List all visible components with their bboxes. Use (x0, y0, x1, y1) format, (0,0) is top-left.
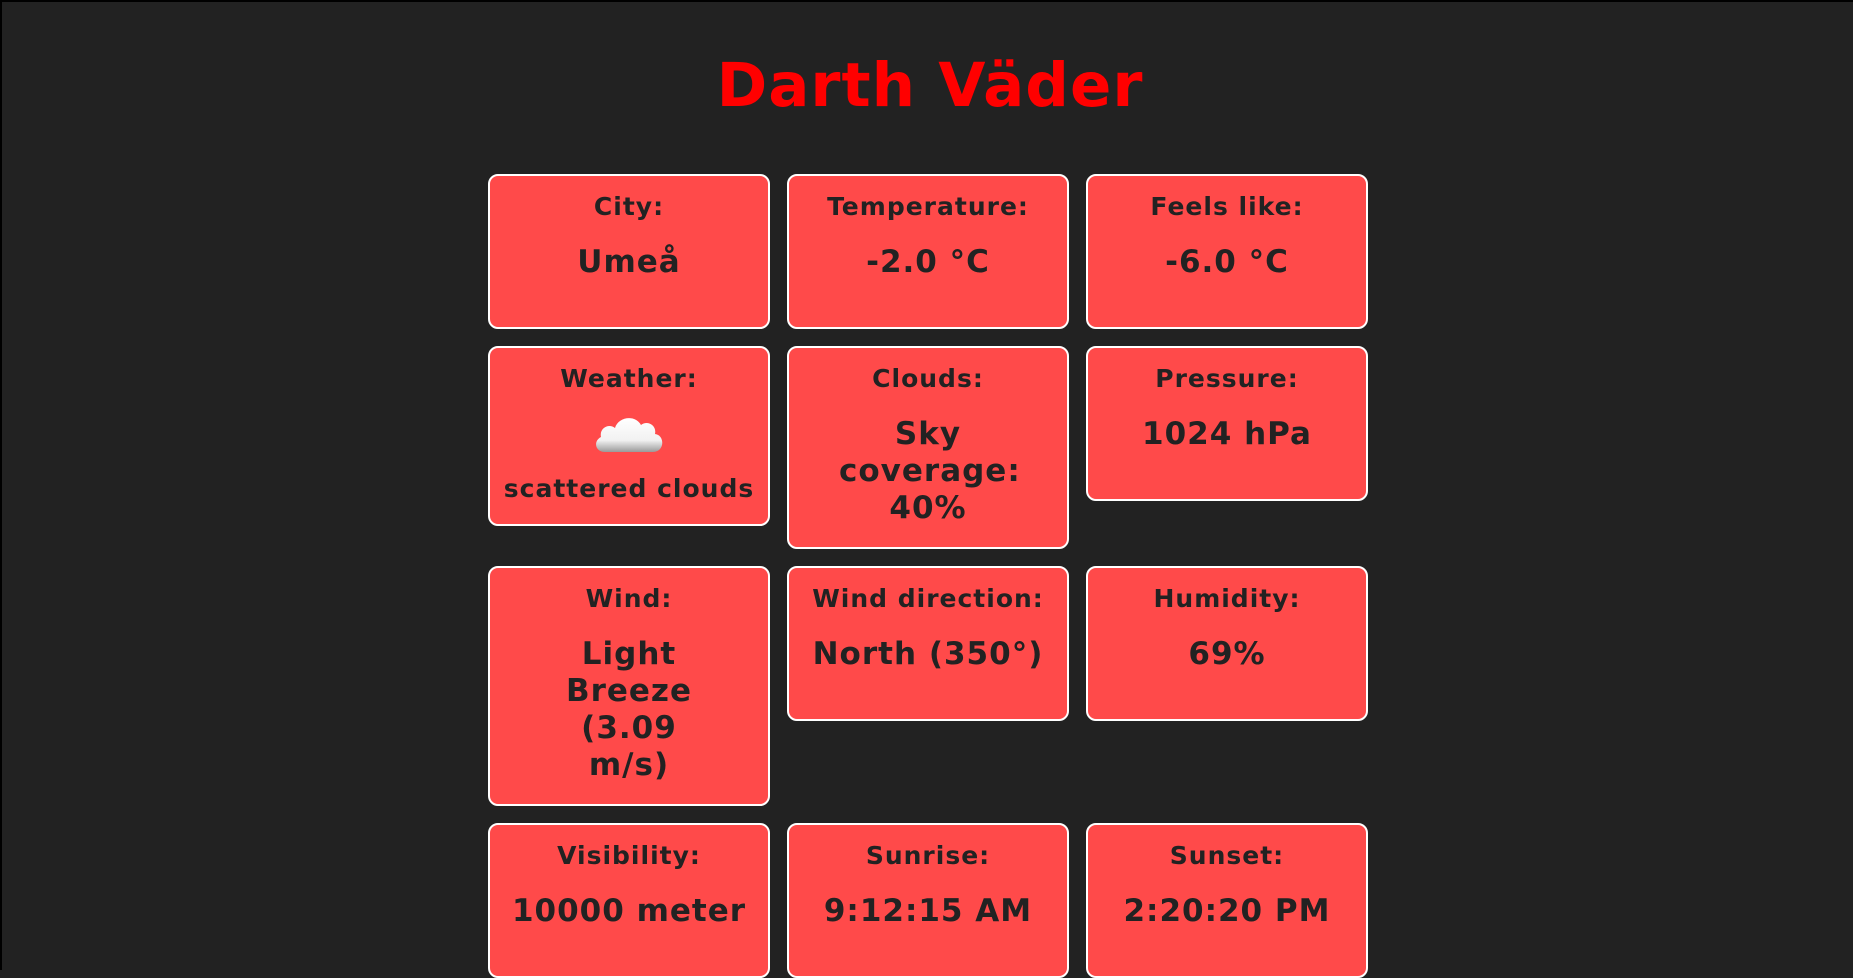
clouds-value: Sky coverage: 40% (839, 416, 1021, 526)
weather-description: scattered clouds (503, 474, 755, 503)
feels-like-value: -6.0 °C (1165, 244, 1289, 280)
sunset-card: Sunset: 2:20:20 PM (1086, 823, 1368, 978)
temperature-card: Temperature: -2.0 °C (787, 174, 1069, 329)
sunset-label: Sunset: (1169, 841, 1285, 870)
weather-card: Weather: scattered clouds (488, 346, 770, 526)
cloud-icon (591, 408, 667, 460)
weather-grid: City: Umeå Temperature: -2.0 °C Feels li… (488, 174, 1368, 978)
sunrise-label: Sunrise: (865, 841, 991, 870)
feels-like-card: Feels like: -6.0 °C (1086, 174, 1368, 329)
wind-value: Light Breeze (3.09 m/s) (565, 636, 693, 783)
visibility-card: Visibility: 10000 meter (488, 823, 770, 978)
visibility-label: Visibility: (557, 841, 701, 870)
city-card: City: Umeå (488, 174, 770, 329)
wind-card: Wind: Light Breeze (3.09 m/s) (488, 566, 770, 806)
city-value: Umeå (577, 244, 681, 280)
city-label: City: (593, 192, 665, 221)
page-title: Darth Väder (716, 50, 1144, 121)
temperature-value: -2.0 °C (866, 244, 990, 280)
sunrise-value: 9:12:15 AM (823, 893, 1033, 929)
wind-direction-card: Wind direction: North (350°) (787, 566, 1069, 721)
weather-label: Weather: (560, 364, 698, 393)
clouds-label: Clouds: (872, 364, 984, 393)
humidity-value: 69% (1188, 636, 1266, 672)
humidity-label: Humidity: (1153, 584, 1301, 613)
sunset-value: 2:20:20 PM (1123, 893, 1331, 929)
pressure-label: Pressure: (1155, 364, 1299, 393)
feels-like-label: Feels like: (1150, 192, 1304, 221)
humidity-card: Humidity: 69% (1086, 566, 1368, 721)
clouds-card: Clouds: Sky coverage: 40% (787, 346, 1069, 549)
pressure-value: 1024 hPa (1142, 416, 1312, 452)
wind-direction-value: North (350°) (812, 636, 1044, 672)
wind-label: Wind: (585, 584, 673, 613)
visibility-value: 10000 meter (511, 893, 747, 929)
sunrise-card: Sunrise: 9:12:15 AM (787, 823, 1069, 978)
wind-direction-label: Wind direction: (812, 584, 1044, 613)
pressure-card: Pressure: 1024 hPa (1086, 346, 1368, 501)
temperature-label: Temperature: (827, 192, 1029, 221)
